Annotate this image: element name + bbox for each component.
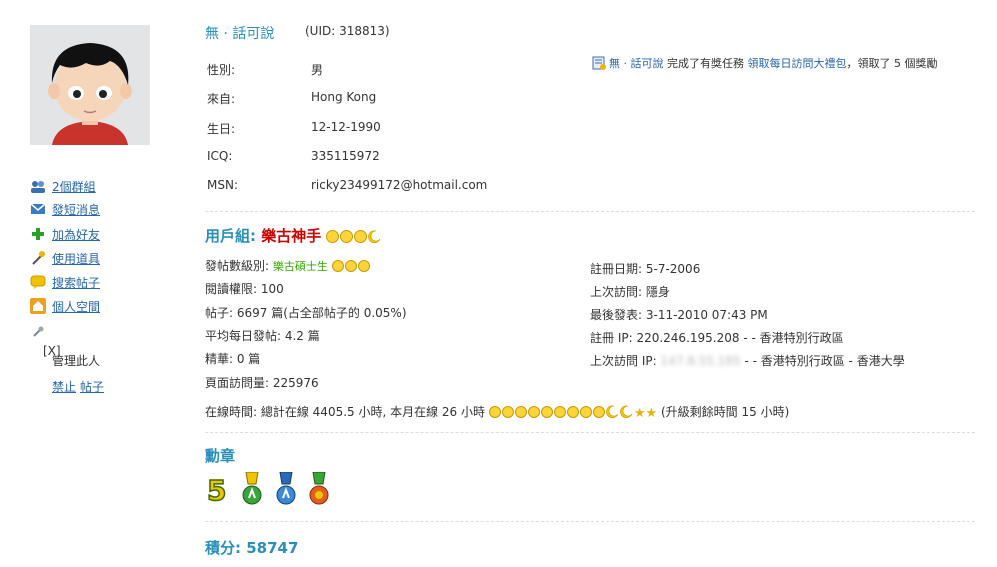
smiley-icon bbox=[527, 406, 540, 418]
smiley-icon bbox=[340, 230, 354, 243]
menu-search-posts[interactable]: 搜索帖子 bbox=[30, 273, 100, 291]
magic-wand-icon bbox=[30, 250, 46, 266]
medal-5-icon: 5 bbox=[205, 472, 229, 508]
medals-title: 勳章 bbox=[205, 447, 236, 465]
message-link[interactable]: 發短消息 bbox=[52, 201, 100, 218]
smiley-icon bbox=[553, 406, 566, 418]
menu-add-friend[interactable]: 加為好友 bbox=[30, 225, 100, 243]
page-views: 頁面訪問量: 225976 bbox=[205, 376, 319, 390]
last-ip-value: 147.8.55.185 bbox=[660, 354, 741, 368]
medal-red-icon bbox=[307, 471, 331, 508]
smiley-icon bbox=[566, 406, 579, 418]
usergroup-name: 樂古神手 bbox=[261, 227, 322, 245]
birthday-label: 生日: bbox=[207, 122, 236, 136]
envelope-icon bbox=[30, 201, 46, 217]
online-time-text: 在線時間: 總計在線 4405.5 小時, 本月在線 26 小時 bbox=[205, 405, 486, 419]
posts-link[interactable]: 帖子 bbox=[80, 378, 104, 395]
add-friend-link[interactable]: 加為好友 bbox=[52, 226, 100, 243]
smiley-icon bbox=[514, 406, 527, 418]
register-date: 註冊日期: 5-7-2006 bbox=[590, 262, 701, 276]
uid: (UID: 318813) bbox=[305, 24, 390, 38]
icq-value: 335115972 bbox=[311, 149, 380, 163]
search-posts-link[interactable]: 搜索帖子 bbox=[52, 274, 100, 291]
post-level-name: 樂古碩士生 bbox=[272, 260, 328, 273]
avatar bbox=[30, 25, 150, 145]
space-link[interactable]: 個人空間 bbox=[52, 298, 100, 315]
username: 無 · 話可說 bbox=[205, 26, 275, 42]
smiley-icon bbox=[579, 406, 592, 418]
last-post: 最後發表: 3-11-2010 07:43 PM bbox=[590, 308, 768, 322]
smiley-icon bbox=[357, 260, 370, 272]
medal-green-icon bbox=[240, 471, 264, 508]
smiley-icon bbox=[592, 406, 605, 418]
online-rank-icons: ★★ bbox=[488, 405, 661, 421]
activity-task-link[interactable]: 領取每日訪問大禮包 bbox=[748, 57, 847, 70]
star-icon: ★ bbox=[633, 406, 646, 421]
moon-icon bbox=[368, 230, 381, 243]
location-value: Hong Kong bbox=[311, 90, 377, 104]
moon-icon bbox=[620, 405, 633, 418]
post-level-row: 發帖數級別: 樂古碩士生 bbox=[205, 257, 371, 274]
activity-line: 無 · 話可說 完成了有獎任務 領取每日訪問大禮包，領取了 5 個獎勵 bbox=[592, 55, 992, 73]
smiley-icon bbox=[488, 406, 501, 418]
smiley-icon bbox=[501, 406, 514, 418]
gender-value: 男 bbox=[311, 63, 324, 77]
group-icon bbox=[30, 178, 46, 194]
last-visit-ip-row: 上次訪問 IP: 147.8.55.185 - - 香港特別行政區 - 香港大學 bbox=[590, 352, 905, 369]
location-label: 來自: bbox=[207, 92, 236, 106]
msn-label: MSN: bbox=[207, 178, 238, 192]
upgrade-remaining: (升級剩餘時間 15 小時) bbox=[660, 405, 790, 419]
smiley-icon bbox=[326, 230, 340, 243]
svg-text:5: 5 bbox=[207, 474, 226, 507]
read-perm: 閱讀權限: 100 bbox=[205, 282, 284, 296]
post-count: 帖子: 6697 篇(占全部帖子的 0.05%) bbox=[205, 306, 407, 320]
star-icon: ★ bbox=[645, 406, 658, 421]
menu-space[interactable]: 個人空間 bbox=[30, 297, 100, 315]
last-ip-location: - - 香港特別行政區 - 香港大學 bbox=[744, 354, 905, 368]
divider bbox=[205, 211, 975, 212]
moon-icon bbox=[606, 405, 619, 418]
smiley-icon bbox=[354, 230, 368, 243]
menu-message[interactable]: 發短消息 bbox=[30, 200, 100, 218]
gender-label: 性別: bbox=[207, 63, 236, 77]
plus-icon bbox=[30, 226, 46, 242]
msn-value: ricky23499172@hotmail.com bbox=[311, 178, 488, 192]
smiley-icon bbox=[331, 260, 344, 272]
activity-user-link[interactable]: 無 · 話可說 bbox=[609, 57, 664, 70]
avg-daily-posts: 平均每日發帖: 4.2 篇 bbox=[205, 329, 320, 343]
points-title: 積分: 58747 bbox=[205, 539, 299, 557]
online-time-row: 在線時間: 總計在線 4405.5 小時, 本月在線 26 小時 ★★ (升級剩… bbox=[205, 403, 789, 421]
usergroup-label: 用戶組: bbox=[205, 227, 256, 245]
birthday-value: 12-12-1990 bbox=[311, 120, 381, 134]
last-visit: 上次訪問: 隱身 bbox=[590, 285, 670, 299]
activity-text2: ，領取了 5 個獎勵 bbox=[846, 57, 938, 70]
divider bbox=[205, 521, 975, 522]
medal-blue-icon bbox=[274, 471, 298, 508]
activity-text1: 完成了有獎任務 bbox=[667, 57, 744, 70]
rank-icons bbox=[326, 227, 382, 245]
register-ip: 註冊 IP: 220.246.195.208 - - 香港特別行政區 bbox=[590, 331, 844, 345]
manage-label: 管理此人 bbox=[52, 354, 101, 368]
speech-bubble-icon bbox=[30, 274, 46, 290]
tool-icon bbox=[32, 326, 44, 341]
menu-groups[interactable]: 2個群組 bbox=[30, 177, 96, 195]
smiley-icon bbox=[540, 406, 553, 418]
digest-count: 精華: 0 篇 bbox=[205, 352, 261, 366]
post-level-label: 發帖數級別: bbox=[205, 259, 270, 273]
last-ip-label: 上次訪問 IP: bbox=[590, 354, 657, 368]
menu-use-item[interactable]: 使用道具 bbox=[30, 249, 100, 267]
usergroup-heading: 用戶組: 樂古神手 bbox=[205, 225, 382, 246]
ban-link[interactable]: 禁止 bbox=[52, 378, 76, 395]
use-item-link[interactable]: 使用道具 bbox=[52, 250, 100, 267]
icq-label: ICQ: bbox=[207, 149, 233, 163]
groups-link[interactable]: 2個群組 bbox=[52, 178, 96, 195]
task-icon bbox=[592, 56, 606, 73]
smiley-icon bbox=[344, 260, 357, 272]
divider bbox=[205, 432, 975, 433]
home-icon bbox=[30, 298, 46, 314]
